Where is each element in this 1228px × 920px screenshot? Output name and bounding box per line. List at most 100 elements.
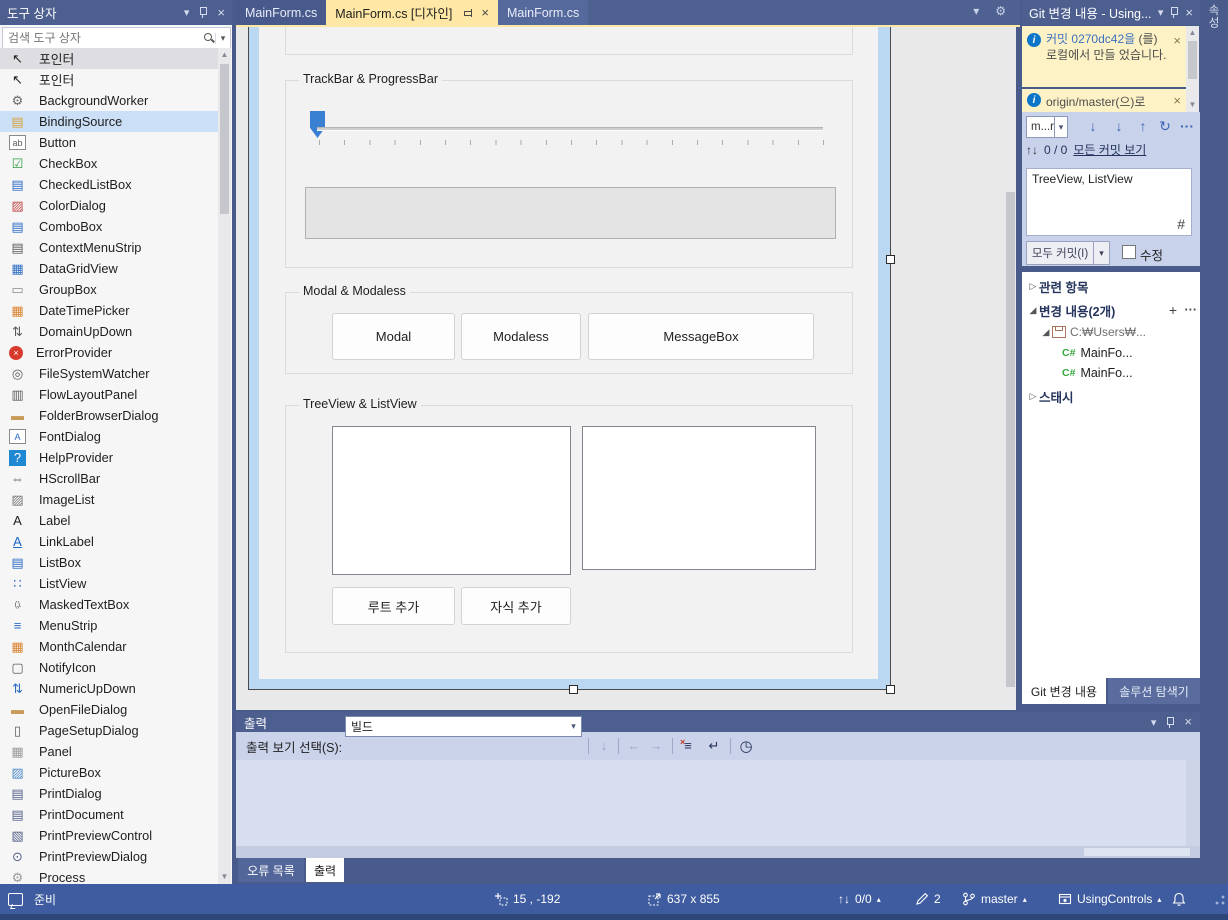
toolbox-item-HScrollBar[interactable]: ⇔ HScrollBar bbox=[0, 468, 218, 489]
toolbox-item-포인터[interactable]: ↖ 포인터 bbox=[0, 69, 218, 90]
toolbox-item-PrintDialog[interactable]: ▤ PrintDialog bbox=[0, 783, 218, 804]
push-icon[interactable]: ↑ bbox=[1134, 116, 1152, 136]
toolbox-item-GroupBox[interactable]: ▭ GroupBox bbox=[0, 279, 218, 300]
designer-scroll-thumb[interactable] bbox=[1006, 192, 1015, 687]
branch-dropdown-icon[interactable]: ▾ bbox=[1054, 117, 1067, 137]
view-all-commits-link[interactable]: 모든 커밋 보기 bbox=[1073, 141, 1146, 158]
output-vscrollbar[interactable] bbox=[1186, 760, 1200, 846]
toolbox-item-PictureBox[interactable]: ▨ PictureBox bbox=[0, 762, 218, 783]
toolbox-item-OpenFileDialog[interactable]: ▬ OpenFileDialog bbox=[0, 699, 218, 720]
toolbox-item-NotifyIcon[interactable]: ▢ NotifyIcon bbox=[0, 657, 218, 678]
add-child-button[interactable]: 자식 추가 bbox=[461, 587, 571, 625]
toolbox-item-MenuStrip[interactable]: ≡ MenuStrip bbox=[0, 615, 218, 636]
fetch-icon[interactable]: ↓ bbox=[1084, 116, 1102, 136]
toolbox-item-ListBox[interactable]: ▤ ListBox bbox=[0, 552, 218, 573]
status-notifications[interactable] bbox=[1172, 884, 1186, 914]
toolbox-item-PrintPreviewControl[interactable]: ▧ PrintPreviewControl bbox=[0, 825, 218, 846]
output-text-area[interactable] bbox=[236, 760, 1200, 846]
toolbox-item-FontDialog[interactable]: A FontDialog bbox=[0, 426, 218, 447]
chevron-expanded-icon[interactable]: ◢ bbox=[1027, 305, 1039, 316]
goto-message-icon[interactable]: ↓ bbox=[594, 736, 614, 755]
toolbox-item-PrintPreviewDialog[interactable]: ⊙ PrintPreviewDialog bbox=[0, 846, 218, 867]
repo-path-row[interactable]: ◢ C:₩Users₩... bbox=[1022, 322, 1218, 342]
commit-hash-link[interactable]: 커밋 0270dc42을 bbox=[1046, 32, 1135, 46]
output-pin-icon[interactable] bbox=[1165, 716, 1175, 729]
amend-checkbox[interactable] bbox=[1122, 245, 1136, 259]
toolbox-item-Label[interactable]: A Label bbox=[0, 510, 218, 531]
branch-selector[interactable]: m...r ▾ bbox=[1026, 116, 1068, 138]
timestamp-icon[interactable]: ◷ bbox=[736, 736, 756, 755]
designed-form-selection-border[interactable]: TrackBar & ProgressBar Modal & Modaless … bbox=[248, 27, 891, 690]
git-more-icon[interactable]: ··· bbox=[1178, 116, 1196, 136]
toolbox-item-Process[interactable]: ⚙ Process bbox=[0, 867, 218, 885]
toolbox-item-FileSystemWatcher[interactable]: ◎ FileSystemWatcher bbox=[0, 363, 218, 384]
messagebox-button[interactable]: MessageBox bbox=[588, 313, 814, 360]
toolbox-item-DataGridView[interactable]: ▦ DataGridView bbox=[0, 258, 218, 279]
section-stash[interactable]: ▷ 스태시 bbox=[1022, 386, 1205, 406]
groupbox-treeview-listview[interactable]: TreeView & ListView 루트 추가 자식 추가 bbox=[285, 397, 853, 653]
toolbox-item-MaskedTextBox[interactable]: (.). MaskedTextBox bbox=[0, 594, 218, 615]
groupbox-trackbar-progressbar[interactable]: TrackBar & ProgressBar bbox=[285, 72, 853, 268]
clear-all-icon[interactable]: ≡ × bbox=[678, 736, 698, 755]
toolbox-item-PrintDocument[interactable]: ▤ PrintDocument bbox=[0, 804, 218, 825]
git-pin-icon[interactable] bbox=[1169, 6, 1179, 19]
resize-handle-bottom-center[interactable] bbox=[569, 685, 578, 694]
resize-grip[interactable] bbox=[1214, 894, 1226, 906]
toolbox-item-CheckBox[interactable]: ☑ CheckBox bbox=[0, 153, 218, 174]
search-dropdown-icon[interactable]: ▾ bbox=[215, 32, 230, 44]
next-message-icon[interactable]: → bbox=[646, 736, 666, 755]
trackbar-thumb[interactable] bbox=[310, 111, 325, 138]
toolbox-item-ListView[interactable]: ∷ ListView bbox=[0, 573, 218, 594]
notification-close-icon[interactable]: × bbox=[1173, 33, 1181, 48]
toolbox-item-NumericUpDown[interactable]: ⇅ NumericUpDown bbox=[0, 678, 218, 699]
toolbox-close-icon[interactable]: × bbox=[217, 6, 225, 19]
tab-git-changes[interactable]: Git 변경 내용 bbox=[1022, 678, 1106, 704]
toolbox-item-ComboBox[interactable]: ▤ ComboBox bbox=[0, 216, 218, 237]
toolbox-item-ImageList[interactable]: ▨ ImageList bbox=[0, 489, 218, 510]
gear-icon[interactable]: ⚙ bbox=[995, 4, 1006, 18]
designer-scrollbar[interactable] bbox=[1004, 27, 1016, 710]
toolbox-search-input[interactable] bbox=[3, 31, 203, 45]
toolbox-item-ColorDialog[interactable]: ▨ ColorDialog bbox=[0, 195, 218, 216]
tab-solution-explorer[interactable]: 솔루션 탐색기 bbox=[1108, 678, 1200, 704]
commit-message-input[interactable]: TreeView, ListView bbox=[1027, 169, 1191, 209]
git-scroll-thumb[interactable] bbox=[1188, 41, 1197, 79]
scroll-up-icon[interactable]: ▲ bbox=[218, 48, 231, 62]
groupbox-modal-modaless[interactable]: Modal & Modaless Modal Modaless MessageB… bbox=[285, 284, 853, 374]
listview-control[interactable] bbox=[582, 426, 816, 570]
toolbox-item-HelpProvider[interactable]: ? HelpProvider bbox=[0, 447, 218, 468]
toolbox-item-LinkLabel[interactable]: A LinkLabel bbox=[0, 531, 218, 552]
toolbox-item-Button[interactable]: ab Button bbox=[0, 132, 218, 153]
autohide-properties-tab[interactable]: 속성 bbox=[1205, 4, 1221, 29]
git-dropdown-icon[interactable]: ▾ bbox=[1158, 6, 1164, 19]
chevron-collapsed-icon[interactable]: ▷ bbox=[1027, 281, 1039, 292]
toolbox-item-BindingSource[interactable]: ▤ BindingSource bbox=[0, 111, 218, 132]
section-related-items[interactable]: ▷ 관련 항목 bbox=[1022, 276, 1205, 296]
toolbox-item-DomainUpDown[interactable]: ⇅ DomainUpDown bbox=[0, 321, 218, 342]
treeview-control[interactable] bbox=[332, 426, 571, 575]
changed-file-row[interactable]: C# MainFo... M bbox=[1022, 363, 1228, 383]
toolbox-search-box[interactable]: ▾ bbox=[2, 27, 231, 49]
toolbox-item-Panel[interactable]: ▦ Panel bbox=[0, 741, 218, 762]
tab-error-list[interactable]: 오류 목록 bbox=[238, 858, 304, 882]
progressbar[interactable] bbox=[305, 187, 836, 239]
toolbox-item-PageSetupDialog[interactable]: ▯ PageSetupDialog bbox=[0, 720, 218, 741]
changed-file-row[interactable]: C# MainFo... M bbox=[1022, 343, 1228, 363]
toolbox-item-BackgroundWorker[interactable]: ⚙ BackgroundWorker bbox=[0, 90, 218, 111]
output-hscrollbar[interactable] bbox=[236, 846, 1200, 858]
output-hscroll-thumb[interactable] bbox=[1084, 848, 1190, 856]
toolbox-item-FolderBrowserDialog[interactable]: ▬ FolderBrowserDialog bbox=[0, 405, 218, 426]
groupbox-clipped-top[interactable] bbox=[285, 27, 853, 55]
toolbox-item-FlowLayoutPanel[interactable]: ▥ FlowLayoutPanel bbox=[0, 384, 218, 405]
toolbox-item-ErrorProvider[interactable]: × ErrorProvider bbox=[0, 342, 218, 363]
tab-output[interactable]: 출력 bbox=[306, 858, 344, 882]
toolbox-pin-icon[interactable] bbox=[198, 6, 208, 19]
git-close-icon[interactable]: × bbox=[1185, 6, 1193, 19]
pull-icon[interactable]: ↓ bbox=[1110, 116, 1128, 136]
output-dropdown-icon[interactable]: ▾ bbox=[1151, 716, 1157, 729]
tab-list-dropdown-icon[interactable]: ▾ bbox=[973, 4, 979, 18]
word-wrap-icon[interactable]: ↵ bbox=[704, 736, 724, 755]
commit-message-box[interactable]: TreeView, ListView # bbox=[1026, 168, 1192, 236]
toolbox-item-CheckedListBox[interactable]: ▤ CheckedListBox bbox=[0, 174, 218, 195]
changes-more-icon[interactable]: ··· bbox=[1185, 303, 1198, 317]
